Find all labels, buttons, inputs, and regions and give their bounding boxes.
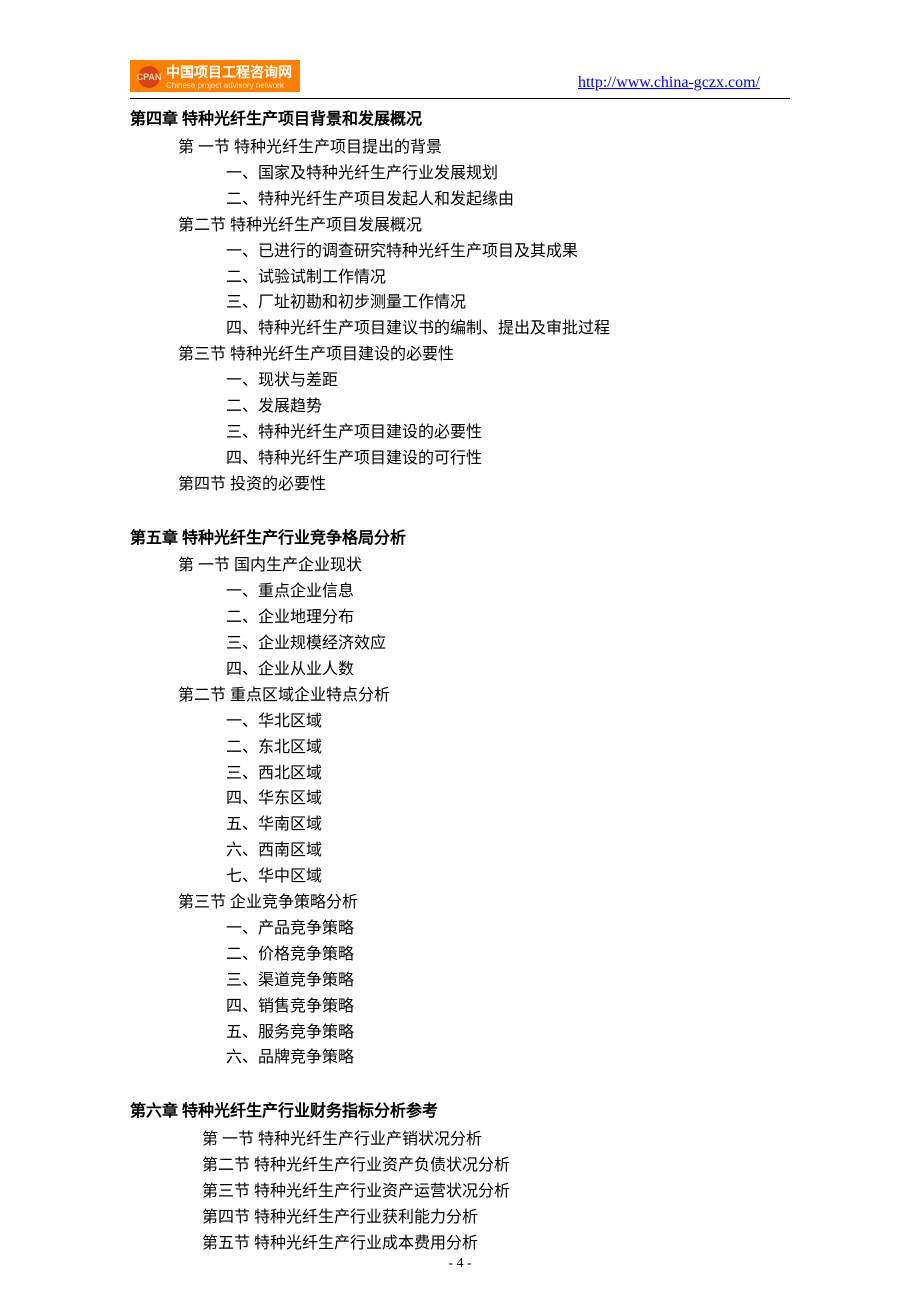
section-heading: 第三节 特种光纤生产项目建设的必要性 xyxy=(178,342,790,368)
section-heading: 第二节 特种光纤生产项目发展概况 xyxy=(178,213,790,239)
toc-item: 二、试验试制工作情况 xyxy=(226,265,790,291)
toc-item: 四、华东区域 xyxy=(226,786,790,812)
toc-item: 五、华南区域 xyxy=(226,812,790,838)
toc-item: 四、特种光纤生产项目建议书的编制、提出及审批过程 xyxy=(226,316,790,342)
section-heading: 第三节 特种光纤生产行业资产运营状况分析 xyxy=(202,1179,790,1205)
header-url-link[interactable]: http://www.china-gczx.com/ xyxy=(578,74,760,92)
toc-item: 一、华北区域 xyxy=(226,709,790,735)
toc-item: 四、企业从业人数 xyxy=(226,657,790,683)
toc-item: 五、服务竞争策略 xyxy=(226,1020,790,1046)
toc-item: 三、西北区域 xyxy=(226,761,790,787)
toc-item: 三、厂址初勘和初步测量工作情况 xyxy=(226,290,790,316)
section-heading: 第二节 重点区域企业特点分析 xyxy=(178,683,790,709)
toc-item: 一、现状与差距 xyxy=(226,368,790,394)
section-heading: 第 一节 特种光纤生产行业产销状况分析 xyxy=(202,1127,790,1153)
toc-item: 二、价格竞争策略 xyxy=(226,942,790,968)
chapter-heading: 第五章 特种光纤生产行业竞争格局分析 xyxy=(130,526,790,552)
page-header: CPAN 中国项目工程咨询网 Chinese project advisory … xyxy=(130,60,790,92)
section-heading: 第二节 特种光纤生产行业资产负债状况分析 xyxy=(202,1153,790,1179)
toc-item: 二、东北区域 xyxy=(226,735,790,761)
toc-item: 三、企业规模经济效应 xyxy=(226,631,790,657)
header-divider xyxy=(130,98,790,99)
logo-cn: 中国项目工程咨询网 xyxy=(166,64,292,81)
toc-item: 一、产品竞争策略 xyxy=(226,916,790,942)
section-heading: 第 一节 特种光纤生产项目提出的背景 xyxy=(178,135,790,161)
section-heading: 第五节 特种光纤生产行业成本费用分析 xyxy=(202,1231,790,1257)
section-heading: 第四节 特种光纤生产行业获利能力分析 xyxy=(202,1205,790,1231)
toc-item: 一、国家及特种光纤生产行业发展规划 xyxy=(226,161,790,187)
toc-item: 二、特种光纤生产项目发起人和发起缘由 xyxy=(226,187,790,213)
document-page: CPAN 中国项目工程咨询网 Chinese project advisory … xyxy=(0,0,920,1297)
toc-item: 七、华中区域 xyxy=(226,864,790,890)
toc-item: 三、特种光纤生产项目建设的必要性 xyxy=(226,420,790,446)
toc-item: 三、渠道竞争策略 xyxy=(226,968,790,994)
section-heading: 第三节 企业竞争策略分析 xyxy=(178,890,790,916)
chapter-heading: 第四章 特种光纤生产项目背景和发展概况 xyxy=(130,107,790,133)
toc-item: 二、发展趋势 xyxy=(226,394,790,420)
toc-item: 四、特种光纤生产项目建设的可行性 xyxy=(226,446,790,472)
site-logo: CPAN 中国项目工程咨询网 Chinese project advisory … xyxy=(130,60,300,92)
logo-text: 中国项目工程咨询网 Chinese project advisory netwo… xyxy=(166,64,292,90)
chapter-heading: 第六章 特种光纤生产行业财务指标分析参考 xyxy=(130,1099,790,1125)
toc-item: 二、企业地理分布 xyxy=(226,605,790,631)
logo-mark-icon: CPAN xyxy=(138,66,160,88)
toc-item: 一、重点企业信息 xyxy=(226,579,790,605)
logo-en: Chinese project advisory network xyxy=(166,81,292,91)
section-heading: 第 一节 国内生产企业现状 xyxy=(178,553,790,579)
toc-item: 一、已进行的调查研究特种光纤生产项目及其成果 xyxy=(226,239,790,265)
page-number: - 4 - xyxy=(0,1256,920,1272)
toc-item: 四、销售竞争策略 xyxy=(226,994,790,1020)
section-heading: 第四节 投资的必要性 xyxy=(178,472,790,498)
toc-item: 六、西南区域 xyxy=(226,838,790,864)
toc-item: 六、品牌竞争策略 xyxy=(226,1045,790,1071)
